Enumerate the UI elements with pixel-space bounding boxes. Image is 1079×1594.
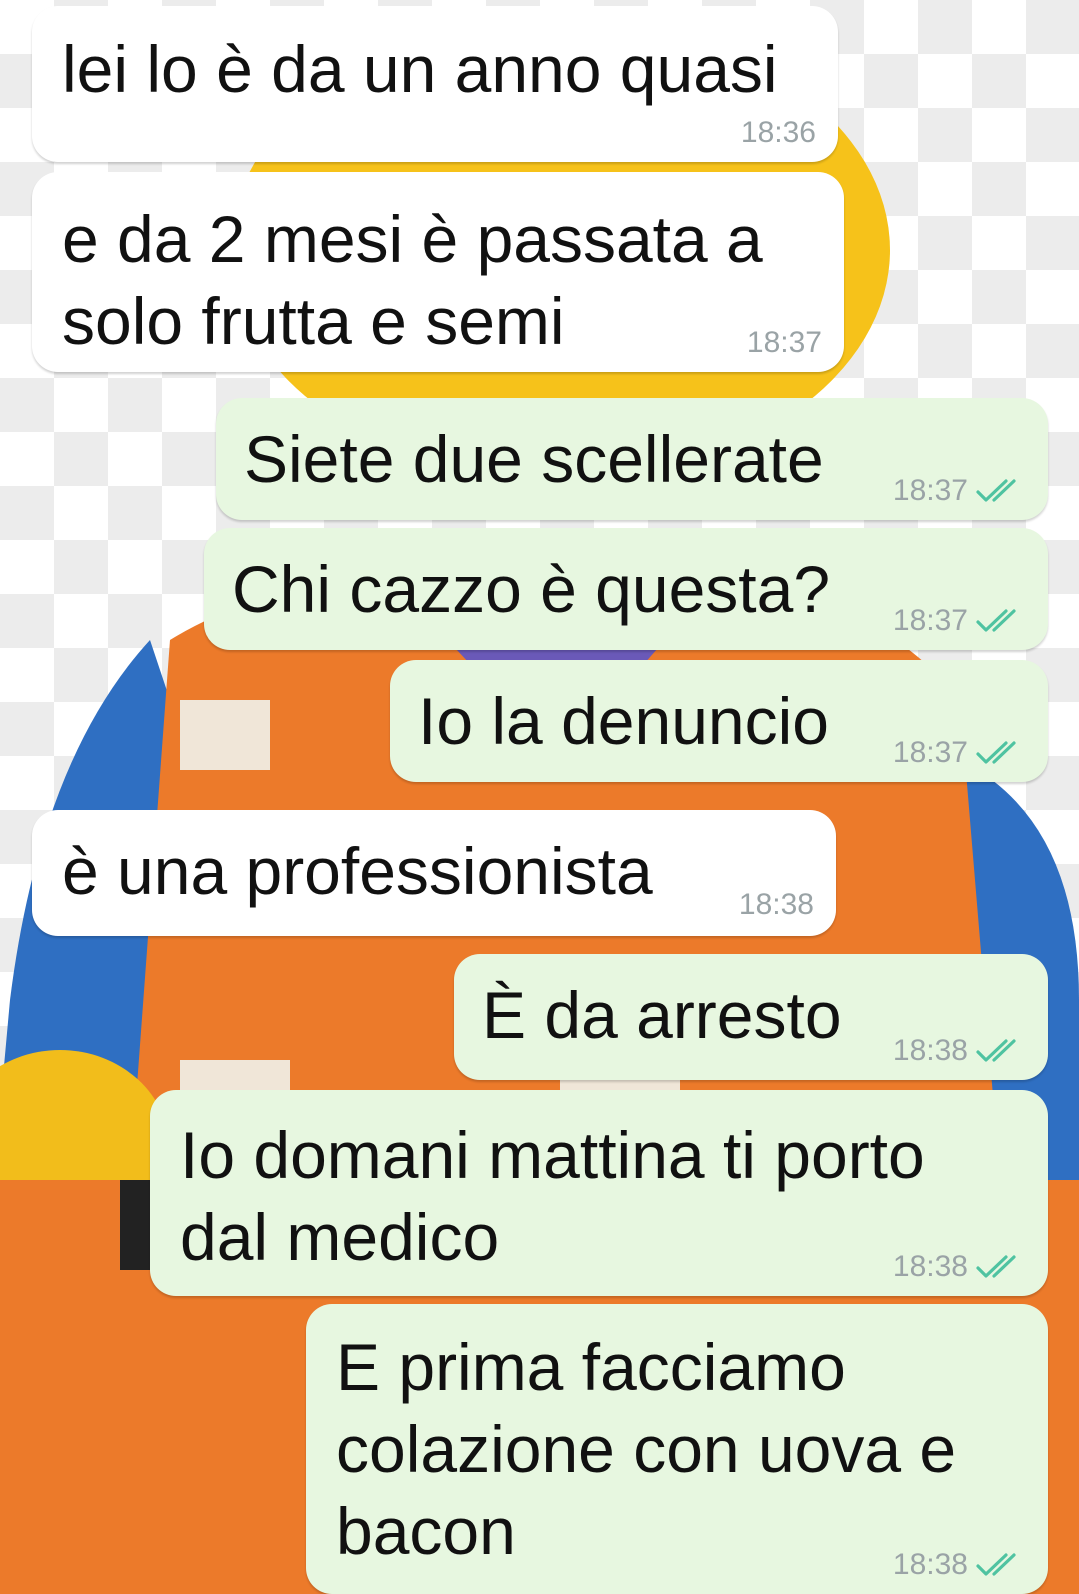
message-meta: 18:37 (747, 326, 822, 360)
double-check-icon (976, 608, 1026, 634)
outgoing-message-bubble[interactable]: È da arresto 18:38 (454, 954, 1048, 1080)
message-timestamp: 18:37 (892, 604, 968, 637)
message-meta: 18:38 (893, 1548, 1026, 1582)
message-meta: 18:37 (893, 736, 1026, 770)
incoming-message-bubble[interactable]: lei lo è da un anno quasi 18:36 (32, 6, 838, 162)
message-meta: 18:38 (739, 888, 814, 922)
message-timestamp: 18:38 (892, 1034, 968, 1067)
message-text: e da 2 mesi è passata a solo frutta e se… (62, 202, 763, 358)
message-text: è una professionista (62, 834, 653, 908)
message-meta: 18:36 (741, 116, 816, 150)
message-meta: 18:37 (893, 604, 1026, 638)
message-meta: 18:37 (893, 474, 1026, 508)
chat-message-list[interactable]: lei lo è da un anno quasi 18:36 e da 2 m… (0, 0, 1079, 1594)
double-check-icon (976, 1038, 1026, 1064)
message-timestamp: 18:38 (892, 1548, 968, 1581)
message-meta: 18:38 (893, 1034, 1026, 1068)
message-text: lei lo è da un anno quasi (62, 32, 778, 106)
message-timestamp: 18:36 (740, 116, 816, 149)
message-text: E prima facciamo colazione con uova e ba… (336, 1330, 957, 1568)
outgoing-message-bubble[interactable]: Io la denuncio 18:37 (390, 660, 1048, 782)
incoming-message-bubble[interactable]: è una professionista 18:38 (32, 810, 836, 936)
message-meta: 18:38 (893, 1250, 1026, 1284)
message-timestamp: 18:37 (892, 474, 968, 507)
double-check-icon (976, 1552, 1026, 1578)
incoming-message-bubble[interactable]: e da 2 mesi è passata a solo frutta e se… (32, 172, 844, 372)
double-check-icon (976, 478, 1026, 504)
outgoing-message-bubble[interactable]: Io domani mattina ti porto dal medico 18… (150, 1090, 1048, 1296)
outgoing-message-bubble[interactable]: E prima facciamo colazione con uova e ba… (306, 1304, 1048, 1594)
outgoing-message-bubble[interactable]: Chi cazzo è questa? 18:37 (204, 528, 1048, 650)
message-timestamp: 18:38 (738, 888, 814, 921)
message-timestamp: 18:38 (892, 1250, 968, 1283)
outgoing-message-bubble[interactable]: Siete due scellerate 18:37 (216, 398, 1048, 520)
message-timestamp: 18:37 (892, 736, 968, 769)
double-check-icon (976, 1254, 1026, 1280)
message-timestamp: 18:37 (746, 326, 822, 359)
double-check-icon (976, 740, 1026, 766)
